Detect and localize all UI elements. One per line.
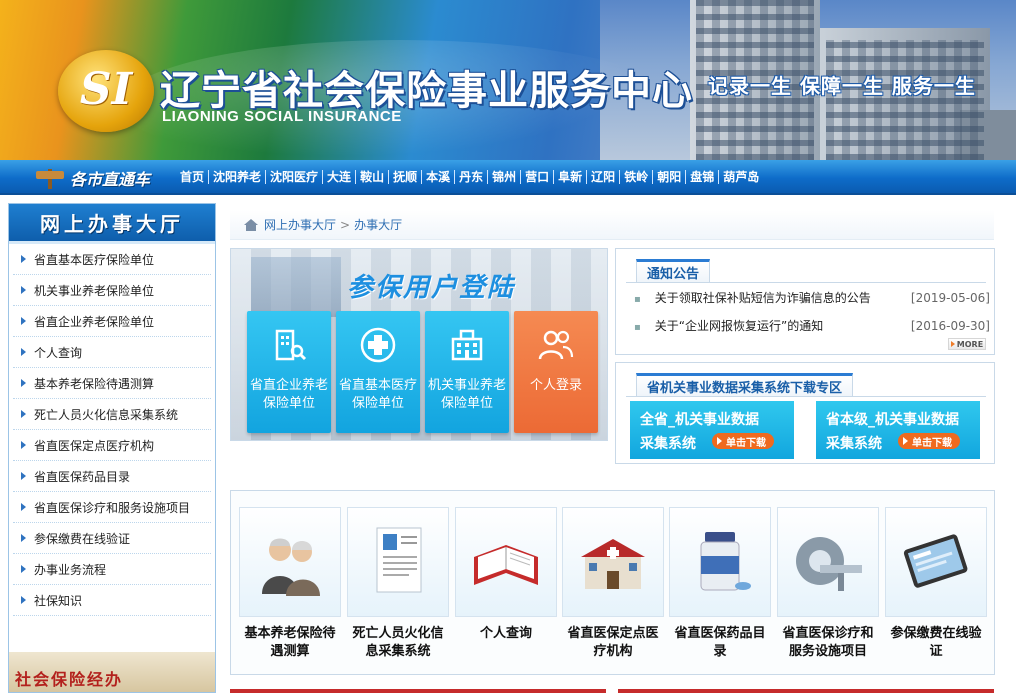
notice-item[interactable]: 关于“企业网报恢复运行”的通知 [2016-09-30] bbox=[634, 317, 990, 334]
elderly-couple-icon bbox=[262, 538, 320, 596]
city-link-fushun[interactable]: 抚顺 bbox=[389, 170, 423, 184]
signpost-icon bbox=[36, 167, 64, 189]
login-tile-personal[interactable]: 个人登录 bbox=[514, 311, 598, 433]
sidebar: 网上办事大厅 省直基本医疗保险单位 机关事业养老保险单位 省直企业养老保险单位 … bbox=[8, 203, 216, 693]
shortcut-grid: 基本养老保险待遇测算 死亡人员火化信息采集系统 个人查询 省直医保定点医疗机构 … bbox=[230, 490, 995, 675]
login-title: 参保用户登陆 bbox=[347, 273, 516, 303]
sidebar-item[interactable]: 省直医保定点医疗机构 bbox=[13, 430, 211, 461]
sidebar-item[interactable]: 办事业务流程 bbox=[13, 554, 211, 585]
hospital-icon bbox=[581, 539, 645, 589]
breadcrumb: 网上办事大厅 > 办事大厅 bbox=[230, 210, 994, 240]
medical-cross-icon bbox=[360, 327, 396, 363]
medicine-bottle-icon bbox=[700, 532, 751, 591]
shortcut-personal-query[interactable]: 个人查询 bbox=[455, 507, 557, 643]
sidebar-title: 网上办事大厅 bbox=[9, 204, 215, 244]
shortcut-designated-hospital[interactable]: 省直医保定点医疗机构 bbox=[562, 507, 664, 661]
city-link-yingkou[interactable]: 营口 bbox=[521, 170, 555, 184]
login-panel: 参保用户登陆 省直企业养老保险单位 省直基本医疗保险单位 机关事业养老保险单位 bbox=[230, 248, 608, 441]
shortcut-cremation-info[interactable]: 死亡人员火化信息采集系统 bbox=[347, 507, 449, 661]
breadcrumb-item[interactable]: 网上办事大厅 bbox=[264, 216, 336, 233]
tablet-device-icon bbox=[903, 534, 968, 588]
sidebar-item[interactable]: 参保缴费在线验证 bbox=[13, 523, 211, 554]
home-icon bbox=[244, 218, 258, 231]
breadcrumb-item[interactable]: 办事大厅 bbox=[354, 216, 402, 233]
download-panel: 省机关事业数据采集系统下载专区 全省_机关事业数据 采集系统 单击下载 省本级_… bbox=[615, 362, 995, 464]
city-nav-bar: 各市直通车 首页 沈阳养老 沈阳医疗 大连 鞍山 抚顺 本溪 丹东 锦州 营口 … bbox=[0, 160, 1016, 195]
city-link-chaoyang[interactable]: 朝阳 bbox=[653, 170, 687, 184]
city-nav-label: 各市直通车 bbox=[36, 166, 150, 190]
login-tile-institution-pension[interactable]: 机关事业养老保险单位 bbox=[425, 311, 509, 433]
login-tile-enterprise-pension[interactable]: 省直企业养老保险单位 bbox=[247, 311, 331, 433]
download-province-button[interactable]: 全省_机关事业数据 采集系统 单击下载 bbox=[630, 401, 794, 459]
building-search-icon bbox=[275, 329, 307, 361]
city-link-benxi[interactable]: 本溪 bbox=[422, 170, 456, 184]
city-links: 首页 沈阳养老 沈阳医疗 大连 鞍山 抚顺 本溪 丹东 锦州 营口 阜新 辽阳 … bbox=[176, 170, 763, 184]
city-link-anshan[interactable]: 鞍山 bbox=[356, 170, 390, 184]
city-link-jinzhou[interactable]: 锦州 bbox=[488, 170, 522, 184]
notice-title: 通知公告 bbox=[636, 259, 711, 283]
notice-item[interactable]: 关于领取社保补贴短信为诈骗信息的公告 [2019-05-06] bbox=[634, 289, 990, 306]
more-button[interactable]: MORE bbox=[948, 338, 986, 350]
city-link-fuxin[interactable]: 阜新 bbox=[554, 170, 588, 184]
slogan: 记录一生 保障一生 服务一生 bbox=[708, 74, 976, 98]
city-link-tieling[interactable]: 铁岭 bbox=[620, 170, 654, 184]
click-download-button[interactable]: 单击下载 bbox=[712, 433, 774, 449]
open-book-icon bbox=[474, 545, 538, 585]
document-form-icon bbox=[376, 527, 422, 593]
sidebar-menu: 省直基本医疗保险单位 机关事业养老保险单位 省直企业养老保险单位 个人查询 基本… bbox=[9, 244, 215, 616]
notice-panel: 通知公告 关于领取社保补贴短信为诈骗信息的公告 [2019-05-06] 关于“… bbox=[615, 248, 995, 355]
shortcut-drug-catalog[interactable]: 省直医保药品目录 bbox=[669, 507, 771, 661]
city-link-panjin[interactable]: 盘锦 bbox=[686, 170, 720, 184]
sidebar-item[interactable]: 死亡人员火化信息采集系统 bbox=[13, 399, 211, 430]
city-link-shenyang-medical[interactable]: 沈阳医疗 bbox=[266, 170, 324, 184]
sidebar-item[interactable]: 基本养老保险待遇测算 bbox=[13, 368, 211, 399]
sidebar-item[interactable]: 省直基本医疗保险单位 bbox=[13, 244, 211, 275]
city-link-huludao[interactable]: 葫芦岛 bbox=[719, 170, 763, 184]
city-link-dalian[interactable]: 大连 bbox=[323, 170, 357, 184]
sidebar-item[interactable]: 省直企业养老保险单位 bbox=[13, 306, 211, 337]
office-building-icon bbox=[451, 329, 483, 361]
sidebar-item[interactable]: 省直医保诊疗和服务设施项目 bbox=[13, 492, 211, 523]
download-provincial-level-button[interactable]: 省本级_机关事业数据 采集系统 单击下载 bbox=[816, 401, 980, 459]
sidebar-item[interactable]: 省直医保药品目录 bbox=[13, 461, 211, 492]
sidebar-item[interactable]: 个人查询 bbox=[13, 337, 211, 368]
breadcrumb-separator: > bbox=[340, 217, 351, 232]
shortcut-treatment-facilities[interactable]: 省直医保诊疗和服务设施项目 bbox=[777, 507, 879, 661]
city-link-home[interactable]: 首页 bbox=[176, 170, 210, 184]
city-link-liaoyang[interactable]: 辽阳 bbox=[587, 170, 621, 184]
city-link-dandong[interactable]: 丹东 bbox=[455, 170, 489, 184]
si-logo-icon: SI bbox=[58, 50, 154, 132]
download-title: 省机关事业数据采集系统下载专区 bbox=[636, 373, 854, 397]
logo-text: SI bbox=[79, 64, 133, 115]
shortcut-payment-verify[interactable]: 参保缴费在线验证 bbox=[885, 507, 987, 661]
header-banner: SI 辽宁省社会保险事业服务中心 LIAONING SOCIAL INSURAN… bbox=[0, 0, 1016, 160]
click-download-button[interactable]: 单击下载 bbox=[898, 433, 960, 449]
site-title-en: LIAONING SOCIAL INSURANCE bbox=[162, 108, 402, 125]
sidebar-footer-image: 社会保险经办 bbox=[9, 652, 215, 692]
ct-scanner-icon bbox=[796, 537, 862, 591]
login-tile-medical[interactable]: 省直基本医疗保险单位 bbox=[336, 311, 420, 433]
sidebar-item[interactable]: 社保知识 bbox=[13, 585, 211, 616]
shortcut-pension-calc[interactable]: 基本养老保险待遇测算 bbox=[239, 507, 341, 661]
user-group-icon bbox=[538, 330, 574, 360]
city-link-shenyang-pension[interactable]: 沈阳养老 bbox=[209, 170, 267, 184]
sidebar-item[interactable]: 机关事业养老保险单位 bbox=[13, 275, 211, 306]
